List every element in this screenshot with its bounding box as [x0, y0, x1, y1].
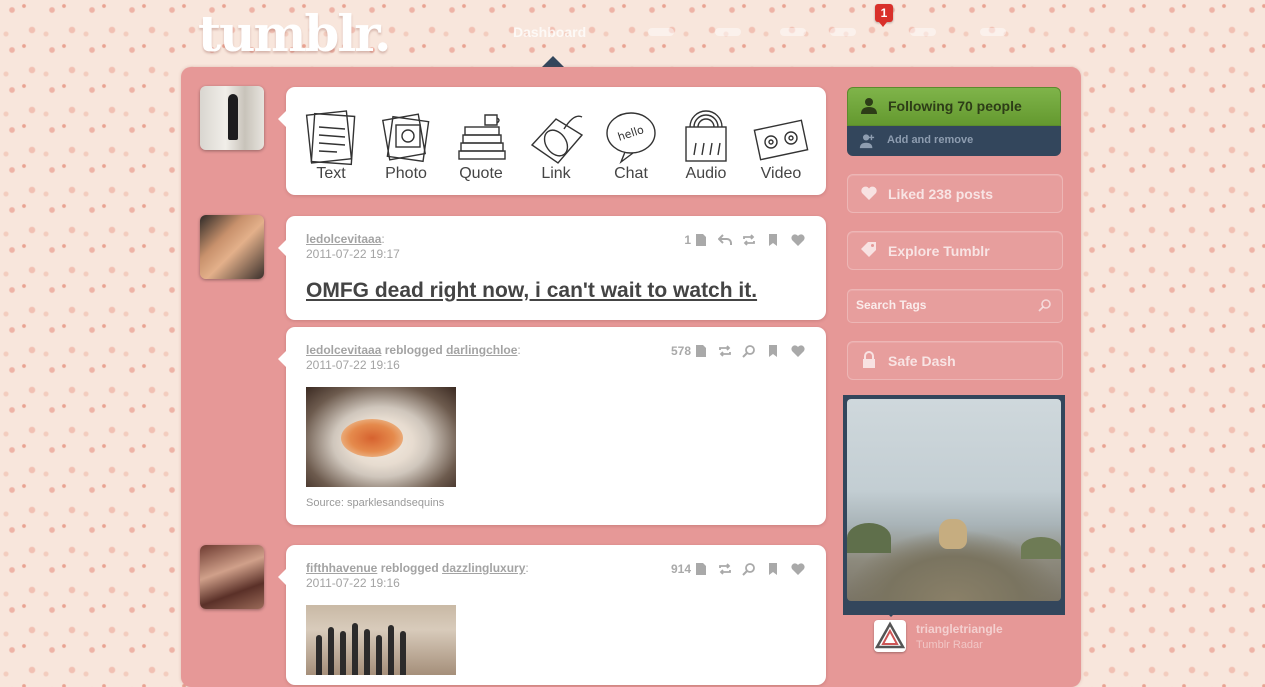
nav-item-blurred-5[interactable] — [910, 28, 936, 36]
photo-icon — [376, 105, 436, 169]
nav-item-blurred-4[interactable] — [830, 28, 856, 36]
post-type-link[interactable]: Link — [521, 105, 591, 183]
post-type-quote[interactable]: Quote — [446, 105, 516, 183]
radar-username[interactable]: triangletriangle — [916, 622, 1003, 636]
post-header: ledolcevitaaa reblogged darlingchloe: 20… — [306, 343, 521, 372]
following-button[interactable]: Following 70 people — [847, 87, 1061, 126]
heart-icon — [861, 186, 877, 200]
post-header: ledolcevitaaa: 2011-07-22 19:17 — [306, 232, 400, 261]
reblog-icon[interactable] — [718, 344, 732, 358]
following-box: Following 70 people Add and remove — [847, 87, 1061, 156]
safe-dash-label: Safe Dash — [888, 353, 956, 369]
liked-label: Liked 238 posts — [888, 186, 994, 202]
post-title-link[interactable]: OMFG dead right now, i can't wait to wat… — [306, 279, 757, 303]
tag-icon — [861, 242, 876, 257]
post-type-video[interactable]: Video — [746, 105, 816, 183]
radar-label: Tumblr Radar — [916, 639, 983, 651]
radar-caret — [883, 609, 899, 617]
post-header: fifthhavenue reblogged dazzlingluxury: 2… — [306, 561, 529, 590]
notes-icon[interactable] — [694, 233, 708, 247]
video-icon — [751, 105, 811, 169]
radar-photo[interactable] — [847, 399, 1061, 601]
search-tags-box — [847, 289, 1063, 323]
triangle-logo-icon — [874, 621, 906, 649]
post-date: 2011-07-22 19:16 — [306, 358, 400, 372]
post-author-suffix: : — [525, 561, 529, 575]
safe-dash-toggle[interactable]: Safe Dash — [847, 341, 1063, 380]
add-person-icon — [859, 134, 875, 149]
chat-icon: hello — [601, 105, 661, 169]
search-icon[interactable] — [742, 562, 756, 576]
avatar-current-user[interactable] — [200, 86, 264, 150]
reblogged-label: reblogged — [384, 343, 443, 357]
reblog-source-link[interactable]: dazzlingluxury — [442, 561, 525, 575]
explore-tumblr-link[interactable]: Explore Tumblr — [847, 231, 1063, 270]
link-icon — [526, 105, 586, 169]
post-photo[interactable] — [306, 605, 456, 675]
post-date: 2011-07-22 19:17 — [306, 247, 400, 261]
like-heart-icon[interactable] — [790, 232, 806, 248]
post-author-link[interactable]: fifthhavenue — [306, 561, 377, 575]
reblogged-label: reblogged — [380, 561, 439, 575]
following-label: Following 70 people — [888, 98, 1022, 114]
nav-dashboard[interactable]: Dashboard — [513, 24, 586, 40]
nav-item-blurred-6[interactable] — [980, 28, 1006, 36]
notification-badge[interactable]: 1 — [875, 4, 893, 27]
post-author-link[interactable]: ledolcevitaaa — [306, 343, 381, 357]
reblog-source-link[interactable]: darlingchloe — [446, 343, 517, 357]
post-date: 2011-07-22 19:16 — [306, 576, 400, 590]
nav-item-blurred-1[interactable] — [648, 28, 674, 36]
notes-icon[interactable] — [694, 562, 708, 576]
search-icon[interactable] — [1038, 298, 1052, 312]
post-card: ledolcevitaaa reblogged darlingchloe: 20… — [278, 327, 826, 525]
liked-posts-link[interactable]: Liked 238 posts — [847, 174, 1063, 213]
like-heart-icon[interactable] — [790, 343, 806, 359]
post-controls: 914 — [671, 561, 806, 577]
person-icon — [861, 98, 877, 114]
chat-bubble-text: hello — [616, 123, 646, 144]
post-photo[interactable] — [306, 387, 456, 487]
like-heart-icon[interactable] — [790, 561, 806, 577]
post-type-text[interactable]: Text — [296, 105, 366, 183]
post-card: ledolcevitaaa: 2011-07-22 19:17 1 OMFG d… — [278, 216, 826, 320]
notes-count[interactable]: 914 — [671, 562, 691, 576]
reblog-icon[interactable] — [742, 233, 756, 247]
bookmark-icon[interactable] — [766, 344, 780, 358]
reblog-icon[interactable] — [718, 562, 732, 576]
post-author-suffix: : — [381, 232, 385, 246]
search-icon[interactable] — [742, 344, 756, 358]
post-type-chat[interactable]: hello Chat — [596, 105, 666, 183]
add-remove-label: Add and remove — [887, 134, 974, 146]
quote-icon — [451, 105, 511, 169]
post-source[interactable]: Source: sparklesandsequins — [306, 497, 444, 509]
avatar-ledolcevitaaa[interactable] — [200, 215, 264, 279]
post-controls: 1 — [684, 232, 806, 248]
notes-count[interactable]: 578 — [671, 344, 691, 358]
tumblr-logo[interactable]: tumblr. — [198, 4, 391, 63]
notes-icon[interactable] — [694, 344, 708, 358]
post-controls: 578 — [671, 343, 806, 359]
bookmark-icon[interactable] — [766, 233, 780, 247]
audio-icon — [676, 105, 736, 169]
new-post-bar: Text Photo Quote Link hello Chat Audio V… — [278, 87, 826, 195]
post-author-link[interactable]: ledolcevitaaa — [306, 232, 381, 246]
post-author-suffix: : — [517, 343, 521, 357]
nav-item-blurred-2[interactable] — [715, 28, 741, 36]
avatar-fifthhavenue[interactable] — [200, 545, 264, 609]
tumblr-radar — [843, 395, 1065, 617]
post-card: fifthhavenue reblogged dazzlingluxury: 2… — [278, 545, 826, 685]
nav-item-blurred-3[interactable] — [780, 28, 806, 36]
radar-user-avatar[interactable] — [874, 620, 906, 652]
bookmark-icon[interactable] — [766, 562, 780, 576]
search-tags-input[interactable] — [856, 298, 1026, 312]
reply-icon[interactable] — [718, 233, 732, 247]
text-icon — [301, 105, 361, 169]
post-type-photo[interactable]: Photo — [371, 105, 441, 183]
post-type-audio[interactable]: Audio — [671, 105, 741, 183]
notes-count[interactable]: 1 — [684, 233, 691, 247]
add-remove-link[interactable]: Add and remove — [847, 126, 1061, 156]
lock-icon — [863, 351, 875, 368]
explore-label: Explore Tumblr — [888, 243, 990, 259]
